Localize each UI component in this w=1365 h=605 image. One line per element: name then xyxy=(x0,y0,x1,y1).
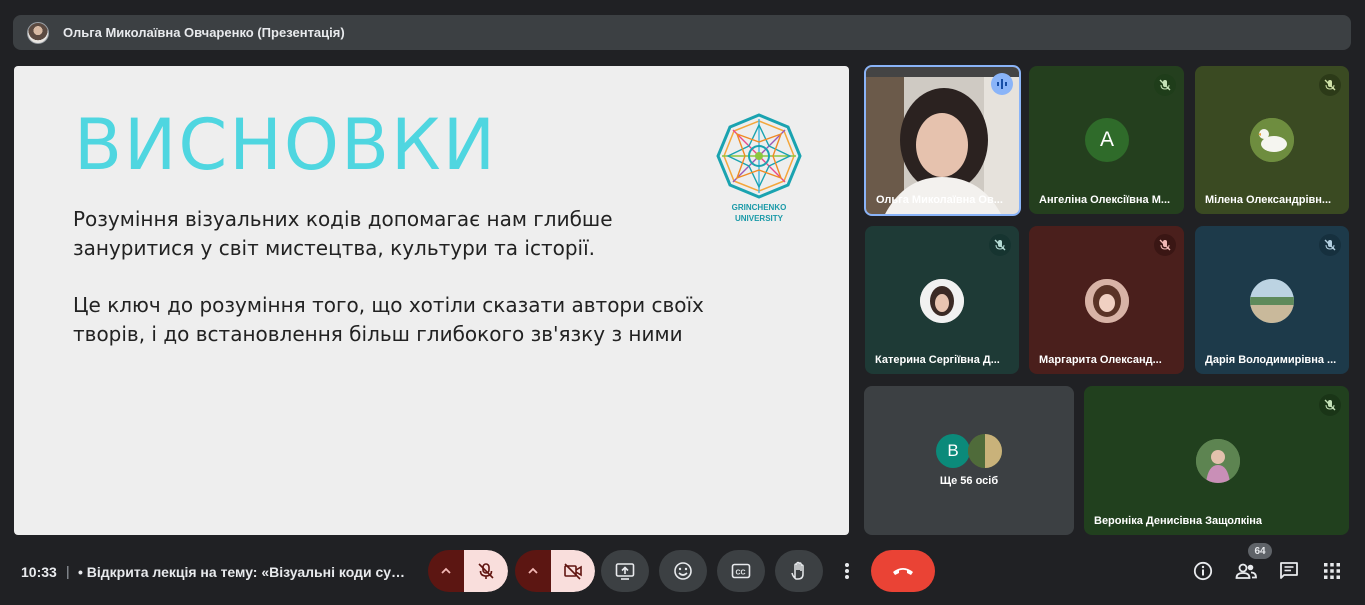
avatar xyxy=(1085,279,1129,323)
chat-button[interactable] xyxy=(1276,558,1302,584)
chat-icon xyxy=(1280,562,1298,579)
apps-grid-icon xyxy=(1324,563,1340,579)
participant-tile[interactable]: Ольга Миколаївна Ов... xyxy=(864,65,1021,216)
mic-off-icon xyxy=(1319,74,1341,96)
others-tile[interactable]: В Ще 56 осіб xyxy=(864,386,1074,535)
participant-tile[interactable]: Катерина Сергіївна Д... xyxy=(865,226,1019,374)
slide-title: ВИСНОВКИ xyxy=(74,104,498,186)
presenter-bar: Ольга Миколаївна Овчаренко (Презентація) xyxy=(13,15,1351,50)
university-logo-emblem xyxy=(716,113,802,199)
mic-off-icon xyxy=(1319,394,1341,416)
logo-text-line2: UNIVERSITY xyxy=(734,214,783,223)
slide-paragraph-2: Це ключ до розуміння того, що хотіли ска… xyxy=(73,293,704,346)
separator: | xyxy=(66,563,70,579)
captions-icon: CC xyxy=(731,563,751,579)
avatar xyxy=(1250,118,1294,162)
bottom-toolbar: 10:33 | • Відкрита лекція на тему: «Візу… xyxy=(0,543,1365,605)
present-screen-icon xyxy=(615,563,635,580)
leave-call-button[interactable] xyxy=(871,550,935,592)
camera-toggle-button[interactable] xyxy=(551,550,595,592)
more-options-button[interactable] xyxy=(836,550,858,592)
people-button[interactable] xyxy=(1233,558,1259,584)
meeting-title: • Відкрита лекція на тему: «Візуальні ко… xyxy=(78,564,411,580)
participant-tile[interactable]: А Ангеліна Олексіївна М... xyxy=(1029,66,1184,214)
clock: 10:33 xyxy=(21,564,57,580)
info-icon xyxy=(1193,561,1213,581)
present-screen-button[interactable] xyxy=(601,550,649,592)
meet-window: Ольга Миколаївна Овчаренко (Презентація)… xyxy=(0,0,1365,605)
mic-toggle-button[interactable] xyxy=(464,550,508,592)
avatar xyxy=(920,279,964,323)
reactions-button[interactable] xyxy=(659,550,707,592)
university-logo: GRINCHENKO UNIVERSITY xyxy=(712,111,806,223)
chevron-up-icon xyxy=(441,567,451,574)
participant-name: Маргарита Олександ... xyxy=(1039,354,1162,366)
mic-off-icon xyxy=(1154,234,1176,256)
participant-name: Мілена Олександрівн... xyxy=(1205,194,1332,206)
emoji-icon xyxy=(674,562,692,580)
mic-off-icon xyxy=(989,234,1011,256)
presentation-slide[interactable]: ВИСНОВКИ Розуміння візуальних кодів допо… xyxy=(14,66,849,535)
avatar xyxy=(1250,279,1294,323)
meeting-details-button[interactable] xyxy=(1190,558,1216,584)
participants-count-badge: 64 xyxy=(1248,543,1272,559)
mic-off-icon xyxy=(1319,234,1341,256)
people-icon xyxy=(1235,563,1257,579)
activities-button[interactable] xyxy=(1319,558,1345,584)
captions-button[interactable]: CC xyxy=(717,550,765,592)
participant-name: Ангеліна Олексіївна М... xyxy=(1039,194,1171,206)
participant-tile[interactable]: Вероніка Денисівна Защолкіна xyxy=(1084,386,1349,535)
video-options-button[interactable] xyxy=(515,550,551,592)
participant-name: Вероніка Денисівна Защолкіна xyxy=(1094,515,1263,527)
svg-text:CC: CC xyxy=(736,570,746,577)
avatar xyxy=(968,434,1002,468)
participant-tile[interactable]: Дарія Володимирівна ... xyxy=(1195,226,1349,374)
logo-text-line1: GRINCHENKO xyxy=(731,203,787,212)
participant-tile[interactable]: Маргарита Олександ... xyxy=(1029,226,1184,374)
participant-name: Дарія Володимирівна ... xyxy=(1205,354,1337,366)
avatar xyxy=(1196,439,1240,483)
raise-hand-icon xyxy=(791,561,804,580)
slide-paragraph-1: Розуміння візуальних кодів допомагає нам… xyxy=(73,207,613,260)
camera-off-icon xyxy=(564,563,582,580)
chevron-up-icon xyxy=(528,567,538,574)
participant-name: Ольга Миколаївна Ов... xyxy=(876,194,1003,206)
participant-tile[interactable]: Мілена Олександрівн... xyxy=(1195,66,1349,214)
presenter-avatar xyxy=(27,21,49,44)
presenter-name: Ольга Миколаївна Овчаренко (Презентація) xyxy=(63,25,345,40)
mic-off-icon xyxy=(478,563,494,579)
raise-hand-button[interactable] xyxy=(775,550,823,592)
audio-options-button[interactable] xyxy=(428,550,464,592)
avatar: В xyxy=(936,434,970,468)
more-vert-icon xyxy=(845,563,849,579)
mic-off-icon xyxy=(1154,74,1176,96)
avatar: А xyxy=(1085,118,1129,162)
hang-up-icon xyxy=(893,568,913,575)
speaking-indicator-icon xyxy=(991,73,1013,95)
participant-name: Катерина Сергіївна Д... xyxy=(875,354,1000,366)
mic-control xyxy=(428,550,508,592)
camera-control xyxy=(515,550,595,592)
others-count-label: Ще 56 осіб xyxy=(939,475,999,487)
